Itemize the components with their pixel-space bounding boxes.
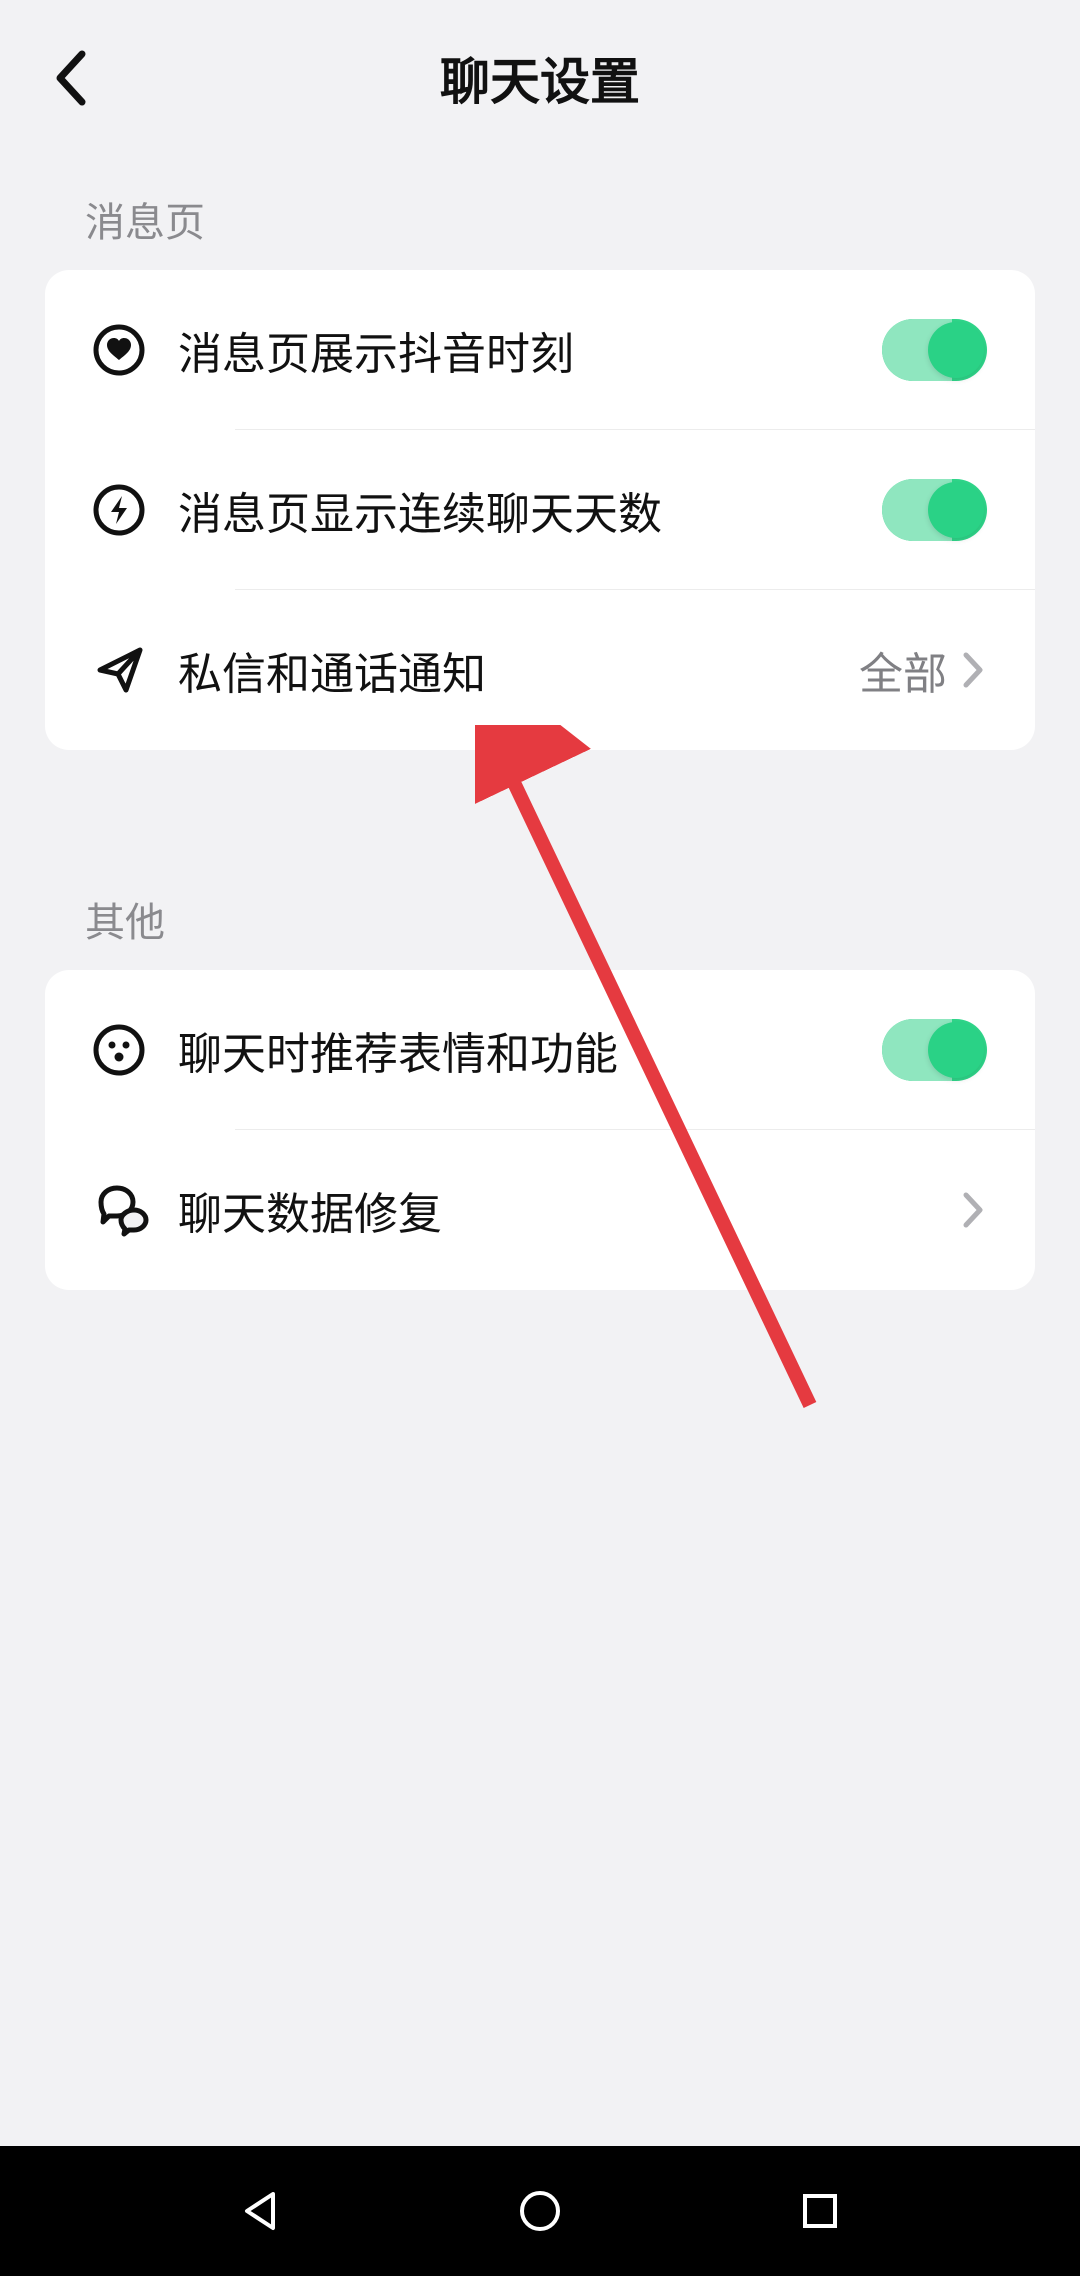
back-button[interactable] <box>40 48 100 108</box>
chevron-right-icon <box>962 1191 984 1229</box>
triangle-back-icon <box>237 2188 283 2234</box>
chat-bubbles-icon <box>93 1182 149 1238</box>
row-label: 消息页展示抖音时刻 <box>178 318 882 382</box>
row-label: 私信和通话通知 <box>178 638 859 702</box>
row-value: 全部 <box>859 638 947 702</box>
toggle-show-continuous-days[interactable] <box>882 479 987 541</box>
nav-recent-button[interactable] <box>785 2176 855 2246</box>
row-label: 消息页显示连续聊天天数 <box>178 478 882 542</box>
chevron-right-icon <box>962 651 984 689</box>
row-dm-call-notify[interactable]: 私信和通话通知 全部 <box>45 590 1035 750</box>
section-header-message: 消息页 <box>0 155 1080 270</box>
section-header-other: 其他 <box>0 855 1080 970</box>
card-message-page: 消息页展示抖音时刻 消息页显示连续聊天天数 私信和通话通知 全部 <box>45 270 1035 750</box>
row-label: 聊天时推荐表情和功能 <box>178 1018 882 1082</box>
row-label: 聊天数据修复 <box>178 1178 959 1242</box>
emoji-icon <box>93 1024 145 1076</box>
row-show-continuous-days[interactable]: 消息页显示连续聊天天数 <box>45 430 1035 590</box>
bolt-circle-icon <box>93 484 145 536</box>
page-title: 聊天设置 <box>0 42 1080 114</box>
toggle-show-douyin-moments[interactable] <box>882 319 987 381</box>
row-recommend-emoji[interactable]: 聊天时推荐表情和功能 <box>45 970 1035 1130</box>
card-other: 聊天时推荐表情和功能 聊天数据修复 <box>45 970 1035 1290</box>
toggle-recommend-emoji[interactable] <box>882 1019 987 1081</box>
chevron-left-icon <box>52 48 88 108</box>
nav-home-button[interactable] <box>505 2176 575 2246</box>
nav-back-button[interactable] <box>225 2176 295 2246</box>
circle-home-icon <box>517 2188 563 2234</box>
paper-plane-icon <box>93 643 147 697</box>
square-recent-icon <box>800 2191 840 2231</box>
row-show-douyin-moments[interactable]: 消息页展示抖音时刻 <box>45 270 1035 430</box>
heart-circle-icon <box>93 324 145 376</box>
row-data-repair[interactable]: 聊天数据修复 <box>45 1130 1035 1290</box>
header-bar: 聊天设置 <box>0 0 1080 155</box>
android-navbar <box>0 2146 1080 2276</box>
